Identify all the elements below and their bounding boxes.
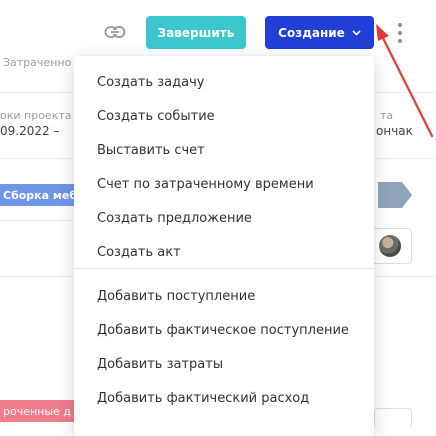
create-button-label: Создание <box>278 25 345 40</box>
menu-divider <box>74 268 374 269</box>
menu-item-create-proposal[interactable]: Создать предложение <box>97 211 252 226</box>
menu-item-create-act[interactable]: Создать акт <box>97 245 181 260</box>
menu-item-add-actual-expense[interactable]: Добавить фактический расход <box>97 391 309 406</box>
menu-item-issue-invoice[interactable]: Выставить счет <box>97 143 205 158</box>
assignee-box[interactable] <box>368 228 412 264</box>
row-divider <box>0 276 74 277</box>
row-divider <box>0 158 74 159</box>
menu-item-add-expenses[interactable]: Добавить затраты <box>97 357 223 372</box>
menu-item-time-invoice[interactable]: Счет по затраченному времени <box>97 177 314 192</box>
project-dates-label: оки проекта <box>0 109 72 122</box>
finish-button-label: Завершить <box>157 25 235 40</box>
project-start-date: 09.2022 – <box>0 124 60 138</box>
row-divider <box>0 220 74 221</box>
annotation-arrow <box>376 24 434 138</box>
cell-box <box>374 408 412 428</box>
row-divider <box>374 276 436 277</box>
menu-item-add-income[interactable]: Добавить поступление <box>97 289 255 304</box>
column-header-spent: Затраченно <box>3 56 72 69</box>
create-button[interactable]: Создание <box>265 16 374 49</box>
row-divider <box>374 158 436 159</box>
create-dropdown-menu: Создать задачу Создать событие Выставить… <box>74 56 374 436</box>
finish-button[interactable]: Завершить <box>146 16 246 49</box>
chevron-down-icon <box>352 29 361 36</box>
avatar <box>379 235 401 257</box>
link-icon[interactable] <box>104 24 126 40</box>
menu-item-create-task[interactable]: Создать задачу <box>97 75 204 90</box>
overdue-tag[interactable]: роченные д <box>0 400 78 422</box>
menu-item-add-actual-income[interactable]: Добавить фактическое поступление <box>97 323 349 338</box>
menu-item-create-event[interactable]: Создать событие <box>97 109 215 124</box>
task-tag[interactable]: Сборка меб <box>0 184 78 206</box>
gantt-bar[interactable] <box>378 182 412 208</box>
row-divider <box>0 92 74 93</box>
